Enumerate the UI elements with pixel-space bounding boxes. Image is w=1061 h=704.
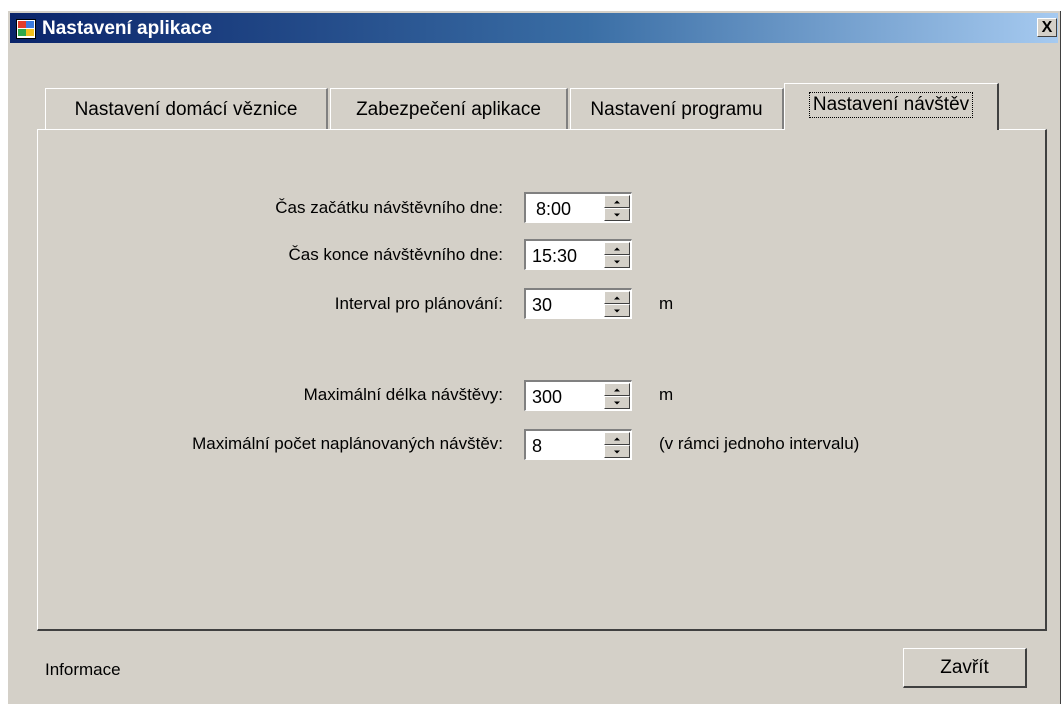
start-time-up-button[interactable]: [604, 195, 630, 208]
start-time-spinner[interactable]: 8:00: [524, 192, 632, 223]
down-arrow-icon: [614, 309, 620, 312]
tab-nastaveni-navstev[interactable]: Nastavení návštěv: [784, 83, 999, 130]
interval-value: 30: [532, 295, 553, 315]
max-length-spinner[interactable]: 300: [524, 380, 632, 411]
max-count-note: (v rámci jednoho intervalu): [659, 434, 860, 453]
max-length-label: Maximální délka návštěvy:: [303, 385, 503, 404]
interval-spinner[interactable]: 30: [524, 288, 632, 319]
info-label: Informace: [45, 660, 121, 679]
interval-label: Interval pro plánování:: [334, 294, 503, 313]
max-length-value: 300: [532, 387, 563, 407]
max-count-up-button[interactable]: [604, 432, 630, 445]
max-length-unit: m: [659, 385, 674, 404]
up-arrow-icon: [614, 296, 620, 299]
tab-zabezpeceni[interactable]: Zabezpečení aplikace: [330, 88, 568, 130]
tab-label: Nastavení domácí věznice: [74, 99, 298, 120]
end-time-spinner[interactable]: 15:30: [524, 239, 632, 270]
title-bar: Nastavení aplikace X: [10, 13, 1058, 43]
down-arrow-icon: [614, 401, 620, 404]
max-count-spinner[interactable]: 8: [524, 429, 632, 460]
start-time-label: Čas začátku návštěvního dne:: [275, 198, 503, 217]
down-arrow-icon: [614, 450, 620, 453]
interval-down-button[interactable]: [604, 304, 630, 317]
close-button[interactable]: Zavřít: [903, 648, 1027, 688]
end-time-value: 15:30: [532, 246, 578, 266]
tab-nastaveni-programu[interactable]: Nastavení programu: [570, 88, 784, 130]
up-arrow-icon: [614, 437, 620, 440]
max-count-down-button[interactable]: [604, 445, 630, 458]
settings-window: Nastavení aplikace X Nastavení domácí vě…: [7, 10, 1061, 704]
close-icon[interactable]: X: [1037, 18, 1057, 37]
tab-label: Nastavení návštěv: [808, 92, 974, 118]
tab-domaci-veznice[interactable]: Nastavení domácí věznice: [45, 88, 328, 130]
end-time-up-button[interactable]: [604, 242, 630, 255]
tab-label: Nastavení programu: [590, 99, 763, 120]
max-count-value: 8: [532, 436, 543, 456]
up-arrow-icon: [614, 247, 620, 250]
up-arrow-icon: [614, 200, 620, 203]
interval-up-button[interactable]: [604, 291, 630, 304]
interval-unit: m: [659, 294, 674, 313]
down-arrow-icon: [614, 213, 620, 216]
up-arrow-icon: [614, 388, 620, 391]
end-time-down-button[interactable]: [604, 255, 630, 268]
end-time-label: Čas konce návštěvního dne:: [288, 245, 503, 264]
start-time-value: 8:00: [536, 199, 572, 219]
max-length-down-button[interactable]: [604, 396, 630, 409]
max-count-label: Maximální počet naplánovaných návštěv:: [192, 434, 503, 453]
window-title: Nastavení aplikace: [42, 18, 213, 39]
app-icon: [16, 19, 36, 39]
start-time-down-button[interactable]: [604, 208, 630, 221]
tab-label: Zabezpečení aplikace: [356, 99, 541, 120]
max-length-up-button[interactable]: [604, 383, 630, 396]
down-arrow-icon: [614, 260, 620, 263]
